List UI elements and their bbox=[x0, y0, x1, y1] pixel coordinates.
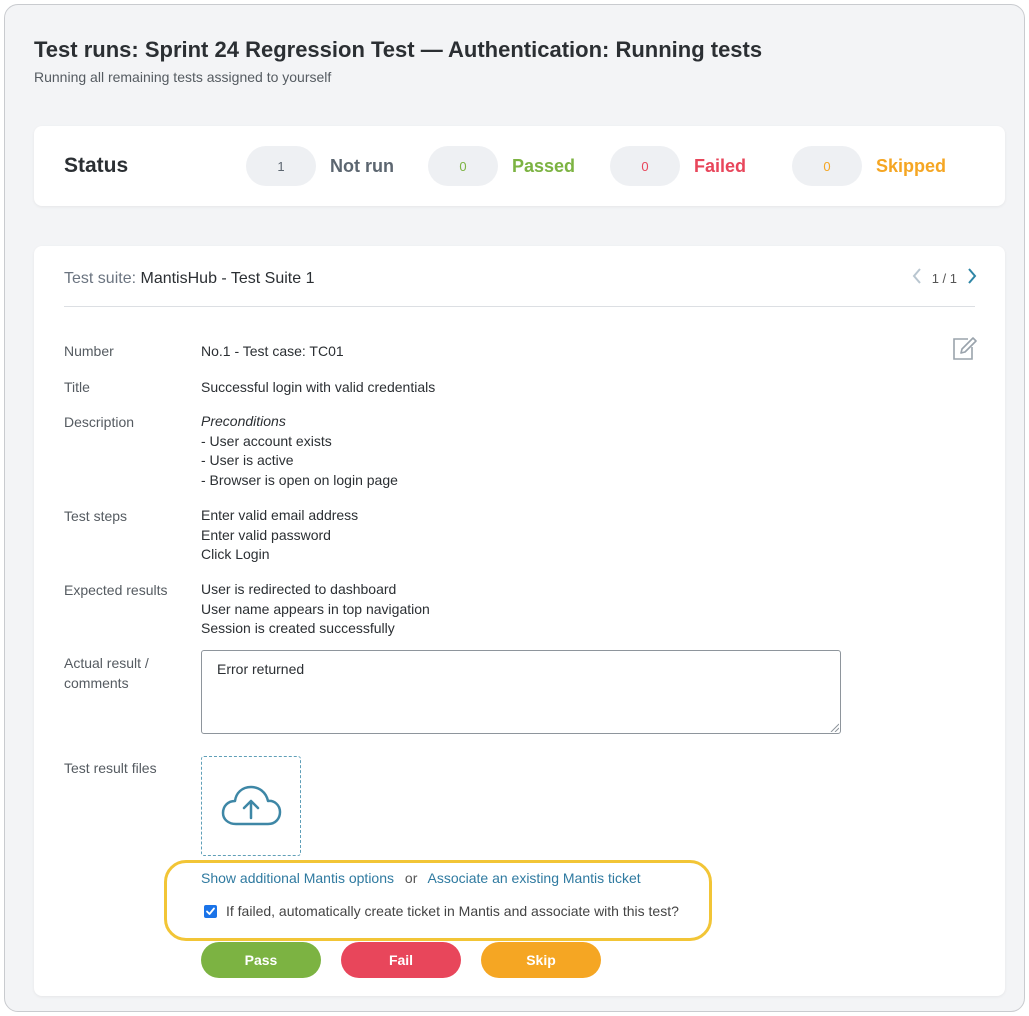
step-line: Enter valid email address bbox=[201, 507, 359, 523]
actual-label-line: Actual result / bbox=[64, 655, 149, 671]
expected-value: User is redirected to dashboard User nam… bbox=[201, 580, 430, 639]
step-line: Click Login bbox=[201, 546, 270, 562]
skipped-count: 0 bbox=[792, 146, 862, 186]
description-label: Description bbox=[64, 414, 135, 430]
status-skipped: 0 Skipped bbox=[792, 146, 946, 186]
description-line: - User is active bbox=[201, 452, 294, 468]
suite-prefix: Test suite: bbox=[64, 270, 137, 287]
expected-line: User is redirected to dashboard bbox=[201, 581, 397, 597]
file-upload-dropzone[interactable] bbox=[201, 756, 301, 856]
steps-value: Enter valid email address Enter valid pa… bbox=[201, 506, 358, 565]
show-mantis-options-link[interactable]: Show additional Mantis options bbox=[201, 870, 394, 886]
not-run-count: 1 bbox=[246, 146, 316, 186]
not-run-label: Not run bbox=[330, 155, 394, 176]
description-line: - Browser is open on login page bbox=[201, 471, 398, 488]
number-label: Number bbox=[64, 343, 114, 359]
files-label: Test result files bbox=[64, 760, 157, 776]
description-heading: Preconditions bbox=[201, 413, 286, 429]
suite-name: MantisHub - Test Suite 1 bbox=[140, 270, 315, 287]
auto-ticket-option: If failed, automatically create ticket i… bbox=[204, 903, 679, 919]
cloud-upload-icon bbox=[221, 785, 282, 826]
step-line: Enter valid password bbox=[201, 526, 331, 543]
associate-ticket-link[interactable]: Associate an existing Mantis ticket bbox=[427, 870, 640, 886]
status-title: Status bbox=[64, 154, 129, 177]
mantis-links: Show additional Mantis options or Associ… bbox=[201, 870, 641, 886]
skip-button[interactable]: Skip bbox=[481, 942, 601, 978]
title-value: Successful login with valid credentials bbox=[201, 379, 436, 395]
status-passed: 0 Passed bbox=[428, 146, 575, 186]
description-line: - User account exists bbox=[201, 432, 332, 449]
number-value: No.1 - Test case: TC01 bbox=[201, 343, 344, 359]
actual-label: Actual result / comments bbox=[64, 653, 149, 693]
chevron-left-icon[interactable] bbox=[912, 268, 922, 289]
title-label: Title bbox=[64, 379, 90, 395]
status-card: Status 1 Not run 0 Passed 0 Failed 0 Ski… bbox=[34, 126, 1005, 206]
page-title: Test runs: Sprint 24 Regression Test — A… bbox=[34, 37, 763, 62]
failed-count: 0 bbox=[610, 146, 680, 186]
checkmark-icon bbox=[206, 907, 215, 915]
skipped-label: Skipped bbox=[876, 155, 947, 176]
status-failed: 0 Failed bbox=[610, 146, 746, 186]
pager-label: 1 / 1 bbox=[931, 271, 957, 286]
app-window: Test runs: Sprint 24 Regression Test — A… bbox=[4, 4, 1025, 1012]
pager: 1 / 1 bbox=[912, 268, 977, 289]
actual-label-line: comments bbox=[64, 675, 129, 691]
edit-icon[interactable] bbox=[951, 336, 977, 362]
auto-ticket-label: If failed, automatically create ticket i… bbox=[226, 903, 679, 919]
page-subtitle: Running all remaining tests assigned to … bbox=[34, 69, 332, 85]
fail-button[interactable]: Fail bbox=[341, 942, 461, 978]
expected-line: Session is created successfully bbox=[201, 620, 395, 636]
actual-result-textarea[interactable]: Error returned bbox=[201, 650, 841, 734]
divider bbox=[64, 306, 975, 307]
test-case-card: Test suite: MantisHub - Test Suite 1 1 /… bbox=[34, 246, 1005, 996]
description-value: Preconditions - User account exists - Us… bbox=[201, 412, 398, 490]
or-separator: or bbox=[404, 870, 418, 886]
passed-label: Passed bbox=[512, 155, 576, 176]
resize-grip-icon[interactable] bbox=[829, 722, 839, 732]
auto-ticket-checkbox[interactable] bbox=[204, 904, 217, 918]
chevron-right-icon[interactable] bbox=[967, 268, 977, 289]
steps-label: Test steps bbox=[64, 508, 128, 524]
suite-header: Test suite: MantisHub - Test Suite 1 bbox=[64, 270, 315, 288]
failed-label: Failed bbox=[694, 155, 747, 176]
passed-count: 0 bbox=[428, 146, 498, 186]
expected-label: Expected results bbox=[64, 582, 168, 598]
expected-line: User name appears in top navigation bbox=[201, 600, 430, 617]
pass-button[interactable]: Pass bbox=[201, 942, 321, 978]
status-not-run: 1 Not run bbox=[246, 146, 394, 186]
